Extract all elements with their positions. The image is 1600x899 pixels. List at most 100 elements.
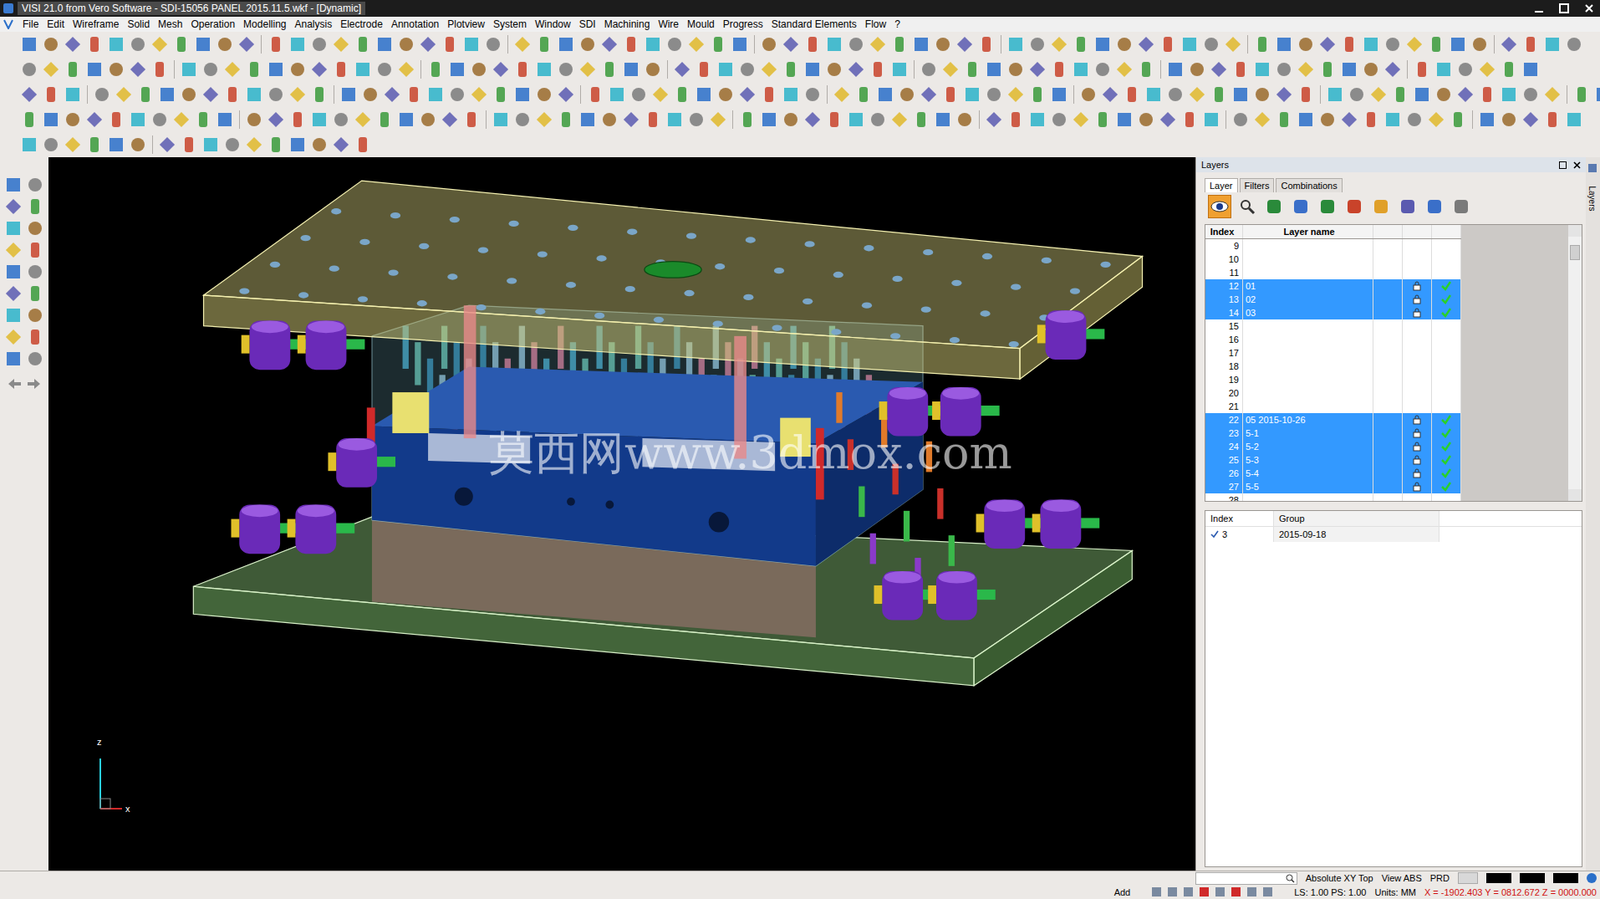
tool-icon[interactable] [105,133,128,156]
tool-icon[interactable] [801,108,824,131]
tool-icon[interactable] [235,33,258,56]
status-tool-icon[interactable] [1183,886,1193,897]
tool-icon[interactable] [91,83,113,106]
tool-icon[interactable] [170,108,193,131]
status-tool-icon[interactable] [1215,886,1225,897]
eye-icon[interactable] [1207,194,1232,219]
tool-icon[interactable] [663,33,686,56]
visible-check-icon[interactable] [1441,454,1452,465]
tool-icon[interactable] [112,83,135,106]
tool-icon[interactable] [83,58,106,81]
menu-item[interactable]: Edit [42,18,69,31]
tool-icon[interactable] [1004,108,1027,131]
tool-icon[interactable] [24,217,46,240]
tool-icon[interactable] [1541,33,1564,56]
check-icon[interactable] [1210,529,1219,539]
tool-icon[interactable] [576,58,599,81]
tool-icon[interactable] [845,58,867,81]
tool-icon[interactable] [707,33,729,56]
tool-icon[interactable] [83,33,106,56]
tool-icon[interactable] [1273,33,1295,56]
search-icon[interactable] [1236,195,1259,218]
status-tool-icon[interactable] [1167,886,1178,897]
tool-icon[interactable] [1077,83,1100,106]
tool-icon[interactable] [1070,58,1092,81]
tool-icon[interactable] [1091,108,1114,131]
tool-icon[interactable] [24,260,46,283]
tool-icon[interactable] [221,83,244,106]
tool-icon[interactable] [489,83,512,106]
tool-icon[interactable] [24,282,46,305]
tool-icon[interactable] [337,83,360,106]
tool-icon[interactable] [1251,83,1274,106]
layer-row[interactable]: 26 5-4 [1205,466,1462,480]
tool-icon[interactable] [1447,108,1469,131]
menu-item[interactable]: Machining [600,18,655,31]
tool-icon[interactable] [286,58,309,81]
tool-icon[interactable] [1070,108,1092,131]
tool-icon[interactable] [932,108,954,131]
tool-icon[interactable] [395,33,418,56]
tool-icon[interactable] [2,282,25,305]
tool-icon[interactable] [1273,83,1295,106]
tool-icon[interactable] [779,108,802,131]
layers-icon[interactable] [1588,163,1597,173]
tool-icon[interactable] [105,58,128,81]
tool-icon[interactable] [1389,83,1412,106]
tool-icon[interactable] [714,83,737,106]
tool-icon[interactable] [692,58,715,81]
tool-icon[interactable] [1345,83,1368,106]
tool-icon[interactable] [642,33,664,56]
tool-icon[interactable] [511,108,534,131]
tool-icon[interactable] [18,33,41,56]
layer-row[interactable]: 17 [1205,346,1462,360]
tool-icon[interactable] [983,108,1005,131]
tool-icon[interactable] [511,58,534,81]
tool-icon[interactable] [24,326,46,348]
menu-item[interactable]: SDI [575,18,601,31]
view-mode[interactable]: Absolute XY Top [1305,872,1374,883]
tool-icon[interactable] [460,33,483,56]
layer-tool-icon[interactable] [1343,195,1366,218]
tool-icon[interactable] [1070,33,1092,56]
tool-icon[interactable] [1207,58,1230,81]
tool-icon[interactable] [40,133,62,156]
tool-icon[interactable] [975,33,998,56]
tool-icon[interactable] [105,33,128,56]
tool-icon[interactable] [40,108,62,131]
tool-icon[interactable] [1222,33,1244,56]
minimize-icon[interactable] [1531,1,1547,16]
tool-icon[interactable] [663,108,686,131]
close-icon[interactable] [1581,1,1597,16]
visible-check-icon[interactable] [1441,468,1452,479]
mold-assembly-model[interactable] [48,157,1196,871]
tool-icon[interactable] [61,133,84,156]
tool-icon[interactable] [533,83,556,106]
tool-icon[interactable] [286,108,309,131]
tool-icon[interactable] [736,108,759,131]
close-icon[interactable] [1573,161,1581,169]
tool-icon[interactable] [1048,108,1071,131]
lock-icon[interactable] [1411,307,1422,318]
status-tool-icon[interactable] [1263,886,1273,897]
tool-icon[interactable] [1338,108,1361,131]
tool-icon[interactable] [576,108,599,131]
tool-icon[interactable] [620,58,643,81]
tool-icon[interactable] [199,58,222,81]
tool-icon[interactable] [910,108,933,131]
tool-icon[interactable] [105,108,128,131]
tool-icon[interactable] [830,83,853,106]
status-tool-icon[interactable] [1247,886,1257,897]
tool-icon[interactable] [264,58,287,81]
tool-icon[interactable] [214,108,236,131]
menu-item[interactable]: Progress [718,18,768,31]
tool-icon[interactable] [1229,83,1252,106]
menu-item[interactable]: Operation [186,18,240,31]
tool-icon[interactable] [1004,83,1027,106]
tool-icon[interactable] [1294,58,1317,81]
layer-row[interactable]: 13 02 [1205,292,1462,306]
side-tab[interactable]: Layers [1587,185,1597,211]
layer-tool-icon[interactable] [1423,195,1446,218]
tool-icon[interactable] [489,58,512,81]
tool-icon[interactable] [1294,108,1317,131]
